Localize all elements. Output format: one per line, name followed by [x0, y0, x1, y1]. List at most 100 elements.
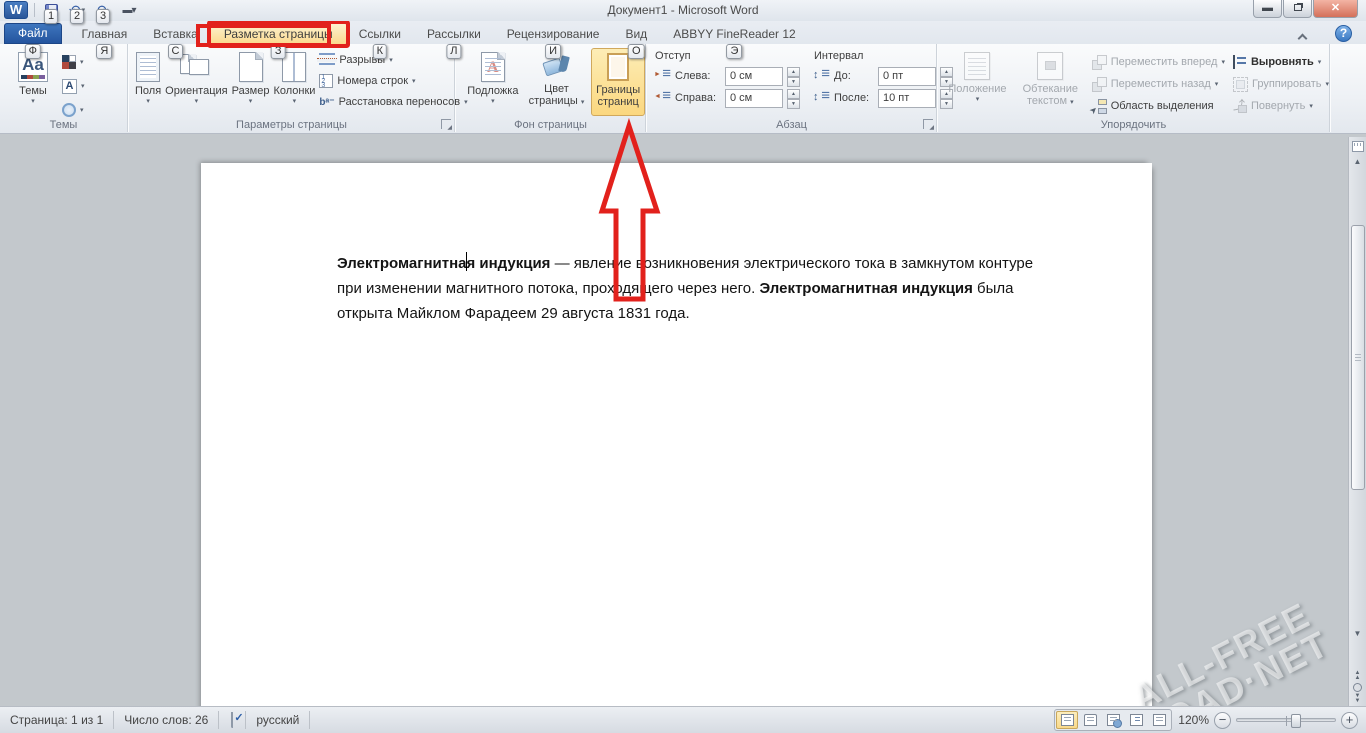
- document-page[interactable]: Электромагнитная индукция — явление возн…: [201, 163, 1152, 706]
- theme-colors-button[interactable]: ▾: [62, 52, 85, 72]
- zoom-slider[interactable]: [1236, 718, 1336, 722]
- indent-left-stepper[interactable]: ▲▼: [787, 67, 800, 86]
- language-indicator[interactable]: русский: [245, 711, 310, 729]
- scroll-up-button[interactable]: ▲: [1350, 154, 1366, 170]
- tab-home[interactable]: Главная Я: [69, 24, 141, 44]
- next-page-button[interactable]: ▼▼: [1355, 694, 1361, 704]
- outline-view-button[interactable]: [1125, 711, 1147, 729]
- zoom-slider-thumb[interactable]: [1291, 714, 1301, 728]
- tab-page-layout[interactable]: Разметка страницы З: [211, 24, 346, 44]
- tab-view[interactable]: Вид О: [612, 24, 660, 44]
- keytip-abbyy: Э: [727, 44, 743, 59]
- spacing-after-label: После:: [834, 92, 874, 104]
- selection-pane-icon: [1092, 99, 1107, 114]
- dropdown-arrow-icon: ▾: [293, 98, 297, 105]
- indent-right-label: Справа:: [675, 92, 721, 104]
- keytip-mailings: Л: [446, 44, 461, 59]
- collapse-ribbon-button[interactable]: [1294, 29, 1310, 41]
- zoom-in-button[interactable]: +: [1341, 712, 1358, 729]
- columns-icon: [282, 52, 306, 82]
- bring-forward-button[interactable]: Переместить вперед ▾: [1092, 52, 1225, 72]
- tab-mailings[interactable]: Рассылки Л: [414, 24, 494, 44]
- minimize-button[interactable]: ▬: [1253, 0, 1282, 18]
- margins-button[interactable]: Поля ▾: [135, 48, 161, 112]
- spellcheck-indicator[interactable]: [219, 711, 245, 729]
- dropdown-arrow-icon: ▾: [976, 96, 980, 103]
- dropdown-arrow-icon: ▾: [491, 98, 495, 105]
- page-number-indicator[interactable]: Страница: 1 из 1: [0, 711, 114, 729]
- group-title-arrange: Упорядочить: [938, 119, 1329, 131]
- wrap-text-button[interactable]: Обтекание текстом ▾: [1017, 48, 1084, 116]
- align-button[interactable]: Выровнять ▾: [1233, 52, 1329, 72]
- keytip-home: Я: [96, 44, 112, 59]
- line-numbers-button[interactable]: 123 Номера строк ▾: [319, 71, 467, 91]
- spin-down-icon: ▼: [787, 77, 800, 87]
- previous-page-button[interactable]: ▲▲: [1355, 671, 1361, 681]
- scroll-thumb[interactable]: [1351, 225, 1365, 490]
- watermark-button[interactable]: A Подложка ▾: [464, 48, 522, 116]
- help-button[interactable]: ?: [1335, 25, 1352, 42]
- indent-right-input[interactable]: 0 см: [725, 89, 783, 108]
- dropdown-arrow-icon: ▾: [581, 99, 585, 106]
- tab-review[interactable]: Рецензирование И: [494, 24, 613, 44]
- group-title-paragraph: Абзац: [647, 119, 936, 131]
- keytip-file: Ф: [25, 44, 41, 59]
- web-layout-icon: [1107, 714, 1120, 726]
- hyphenation-button[interactable]: bᵃ⁻ Расстановка переносов ▾: [319, 92, 467, 112]
- theme-effects-icon: [62, 103, 76, 117]
- spacing-before-icon: [814, 69, 830, 83]
- group-title-themes: Темы: [0, 119, 127, 131]
- select-browse-object-button[interactable]: [1353, 683, 1362, 692]
- send-backward-button[interactable]: Переместить назад ▾: [1092, 74, 1225, 94]
- dropdown-arrow-icon: ▾: [1221, 59, 1225, 66]
- position-icon: [964, 52, 990, 80]
- spacing-after-input[interactable]: 10 пт: [878, 89, 936, 108]
- tab-references[interactable]: Ссылки К: [346, 24, 414, 44]
- dropdown-arrow-icon: ▾: [80, 59, 84, 66]
- dropdown-arrow-icon: ▾: [1318, 59, 1322, 66]
- theme-effects-button[interactable]: ▾: [62, 100, 85, 120]
- dialog-launcher-icon[interactable]: [923, 119, 933, 129]
- vertical-scrollbar[interactable]: ▲ ▼ ▲▲ ▼▼: [1348, 137, 1366, 706]
- indent-left-input[interactable]: 0 см: [725, 67, 783, 86]
- zoom-out-button[interactable]: −: [1214, 712, 1231, 729]
- word-count-indicator[interactable]: Число слов: 26: [114, 711, 219, 729]
- dialog-launcher-icon[interactable]: [441, 119, 451, 129]
- tab-abbyy-finereader[interactable]: ABBYY FineReader 12 Э: [660, 24, 809, 44]
- selection-pane-button[interactable]: Область выделения: [1092, 96, 1225, 116]
- print-layout-view-button[interactable]: [1056, 711, 1078, 729]
- spacing-after-icon: [814, 91, 830, 105]
- spin-up-icon: ▲: [787, 67, 800, 77]
- chevron-up-icon: [1297, 34, 1307, 44]
- indent-left-label: Слева:: [675, 70, 721, 82]
- rotate-button[interactable]: Повернуть ▾: [1233, 96, 1329, 116]
- group-objects-button[interactable]: Группировать ▾: [1233, 74, 1329, 94]
- line-numbers-icon: 123: [319, 74, 333, 88]
- zoom-level-label[interactable]: 120%: [1178, 713, 1209, 727]
- orientation-icon: [180, 52, 212, 82]
- indent-right-icon: [655, 91, 671, 105]
- ruler-toggle-button[interactable]: [1352, 141, 1364, 152]
- view-switcher: [1054, 709, 1172, 731]
- theme-colors-icon: [62, 55, 76, 69]
- dropdown-arrow-icon: ▾: [195, 98, 199, 105]
- web-layout-view-button[interactable]: [1102, 711, 1124, 729]
- group-arrange: Положение ▾ Обтекание текстом ▾ Перемест…: [938, 44, 1330, 132]
- position-button[interactable]: Положение ▾: [946, 48, 1009, 116]
- indent-right-stepper[interactable]: ▲▼: [787, 89, 800, 108]
- keytip-repeat: 3: [96, 9, 110, 24]
- tab-insert[interactable]: Вставка С: [140, 24, 211, 44]
- tab-file[interactable]: Файл Ф: [4, 23, 62, 44]
- size-button[interactable]: Размер ▾: [232, 48, 270, 112]
- close-button[interactable]: ✕: [1313, 0, 1358, 18]
- theme-fonts-button[interactable]: A▾: [62, 76, 85, 96]
- draft-view-button[interactable]: [1148, 711, 1170, 729]
- restore-button[interactable]: [1283, 0, 1312, 18]
- restore-icon: [1294, 4, 1302, 11]
- scroll-down-button[interactable]: ▼: [1350, 626, 1366, 642]
- wrap-text-icon: [1037, 52, 1063, 80]
- spacing-before-input[interactable]: 0 пт: [878, 67, 936, 86]
- fullscreen-reading-view-button[interactable]: [1079, 711, 1101, 729]
- bring-forward-icon: [1092, 55, 1107, 70]
- dropdown-arrow-icon: ▾: [412, 78, 416, 85]
